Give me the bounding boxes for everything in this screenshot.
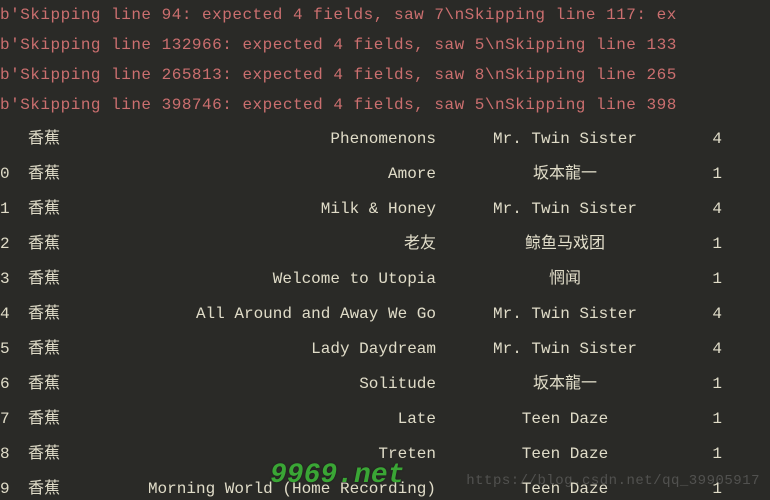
parse-error-line: b'Skipping line 398746: expected 4 field… (0, 90, 770, 120)
cell-artist: Mr. Twin Sister (450, 297, 680, 332)
cell-user: 香蕉 (28, 367, 60, 402)
cell-title: Lady Daydream (311, 332, 436, 367)
cell-title: Amore (388, 157, 436, 192)
table-row: 6 香蕉 Solitude 坂本龍一 1 (0, 367, 770, 402)
cell-count: 1 (712, 402, 722, 437)
cell-title: Welcome to Utopia (273, 262, 436, 297)
table-row: 5 香蕉 Lady Daydream Mr. Twin Sister 4 (0, 332, 770, 367)
cell-artist: Mr. Twin Sister (450, 192, 680, 227)
cell-title: All Around and Away We Go (196, 297, 436, 332)
cell-artist: 坂本龍一 (450, 157, 680, 192)
cell-user: 香蕉 (28, 332, 60, 367)
col-title: Phenomenons (330, 122, 436, 157)
table-row: 2 香蕉 老友 鲸鱼马戏团 1 (0, 227, 770, 262)
cell-artist: Teen Daze (450, 402, 680, 437)
table-row: 3 香蕉 Welcome to Utopia 惘闻 1 (0, 262, 770, 297)
cell-count: 1 (712, 157, 722, 192)
cell-count: 1 (712, 227, 722, 262)
cell-count: 1 (712, 437, 722, 472)
cell-count: 4 (712, 297, 722, 332)
terminal-output: b'Skipping line 94: expected 4 fields, s… (0, 0, 770, 500)
cell-index: 9 (0, 472, 20, 500)
cell-index: 5 (0, 332, 20, 367)
cell-user: 香蕉 (28, 157, 60, 192)
table-row: 1 香蕉 Milk & Honey Mr. Twin Sister 4 (0, 192, 770, 227)
cell-user: 香蕉 (28, 472, 60, 500)
cell-index: 1 (0, 192, 20, 227)
cell-count: 1 (712, 262, 722, 297)
cell-title: Treten (378, 437, 436, 472)
cell-title: Milk & Honey (321, 192, 436, 227)
table-row: 9 香蕉 Morning World (Home Recording) Teen… (0, 472, 770, 500)
col-artist: Mr. Twin Sister (450, 122, 680, 157)
cell-user: 香蕉 (28, 227, 60, 262)
parse-error-line: b'Skipping line 132966: expected 4 field… (0, 30, 770, 60)
cell-user: 香蕉 (28, 402, 60, 437)
cell-artist: Teen Daze (450, 437, 680, 472)
cell-count: 1 (712, 367, 722, 402)
cell-title: 老友 (404, 227, 436, 262)
table-row: 8 香蕉 Treten Teen Daze 1 (0, 437, 770, 472)
table-row: 4 香蕉 All Around and Away We Go Mr. Twin … (0, 297, 770, 332)
cell-artist: 惘闻 (450, 262, 680, 297)
cell-user: 香蕉 (28, 297, 60, 332)
col-user: 香蕉 (28, 122, 60, 157)
parse-error-line: b'Skipping line 265813: expected 4 field… (0, 60, 770, 90)
cell-index: 6 (0, 367, 20, 402)
cell-user: 香蕉 (28, 437, 60, 472)
cell-index: 4 (0, 297, 20, 332)
cell-title: Solitude (359, 367, 436, 402)
cell-user: 香蕉 (28, 262, 60, 297)
cell-index: 3 (0, 262, 20, 297)
cell-title: Morning World (Home Recording) (148, 472, 436, 500)
parse-error-line: b'Skipping line 94: expected 4 fields, s… (0, 0, 770, 30)
cell-index: 0 (0, 157, 20, 192)
cell-artist: 鲸鱼马戏团 (450, 227, 680, 262)
table-row: 7 香蕉 Late Teen Daze 1 (0, 402, 770, 437)
cell-index: 7 (0, 402, 20, 437)
cell-artist: Teen Daze (450, 472, 680, 500)
cell-artist: 坂本龍一 (450, 367, 680, 402)
cell-count: 4 (712, 192, 722, 227)
table-row: 0 香蕉 Amore 坂本龍一 1 (0, 157, 770, 192)
cell-index: 2 (0, 227, 20, 262)
cell-artist: Mr. Twin Sister (450, 332, 680, 367)
cell-count: 1 (712, 472, 722, 500)
dataframe-output: 香蕉 Phenomenons Mr. Twin Sister 4 0 香蕉 Am… (0, 120, 770, 500)
col-count: 4 (712, 122, 722, 157)
cell-title: Late (398, 402, 436, 437)
cell-count: 4 (712, 332, 722, 367)
dataframe-header-row: 香蕉 Phenomenons Mr. Twin Sister 4 (0, 122, 770, 157)
cell-index: 8 (0, 437, 20, 472)
cell-user: 香蕉 (28, 192, 60, 227)
